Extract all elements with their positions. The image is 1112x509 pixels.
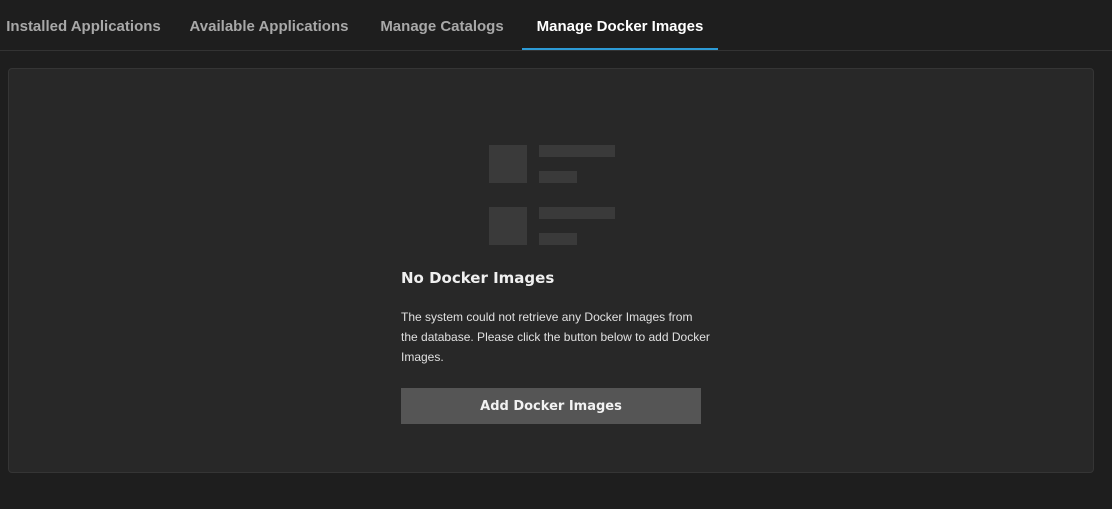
active-tab-indicator [522, 48, 718, 50]
tab-manage-docker-images[interactable]: Manage Docker Images [522, 0, 718, 51]
tab-bar: Installed Applications Available Applica… [0, 0, 1112, 51]
docker-images-panel: No Docker Images The system could not re… [8, 68, 1094, 473]
add-docker-images-button[interactable]: Add Docker Images [401, 388, 701, 424]
empty-state-title: No Docker Images [401, 269, 555, 287]
tab-available-applications[interactable]: Available Applications [183, 0, 355, 51]
list-placeholder-icon [489, 145, 615, 245]
empty-state-message: The system could not retrieve any Docker… [401, 310, 710, 364]
tab-manage-catalogs[interactable]: Manage Catalogs [372, 0, 512, 51]
tab-installed-applications[interactable]: Installed Applications [0, 0, 167, 51]
